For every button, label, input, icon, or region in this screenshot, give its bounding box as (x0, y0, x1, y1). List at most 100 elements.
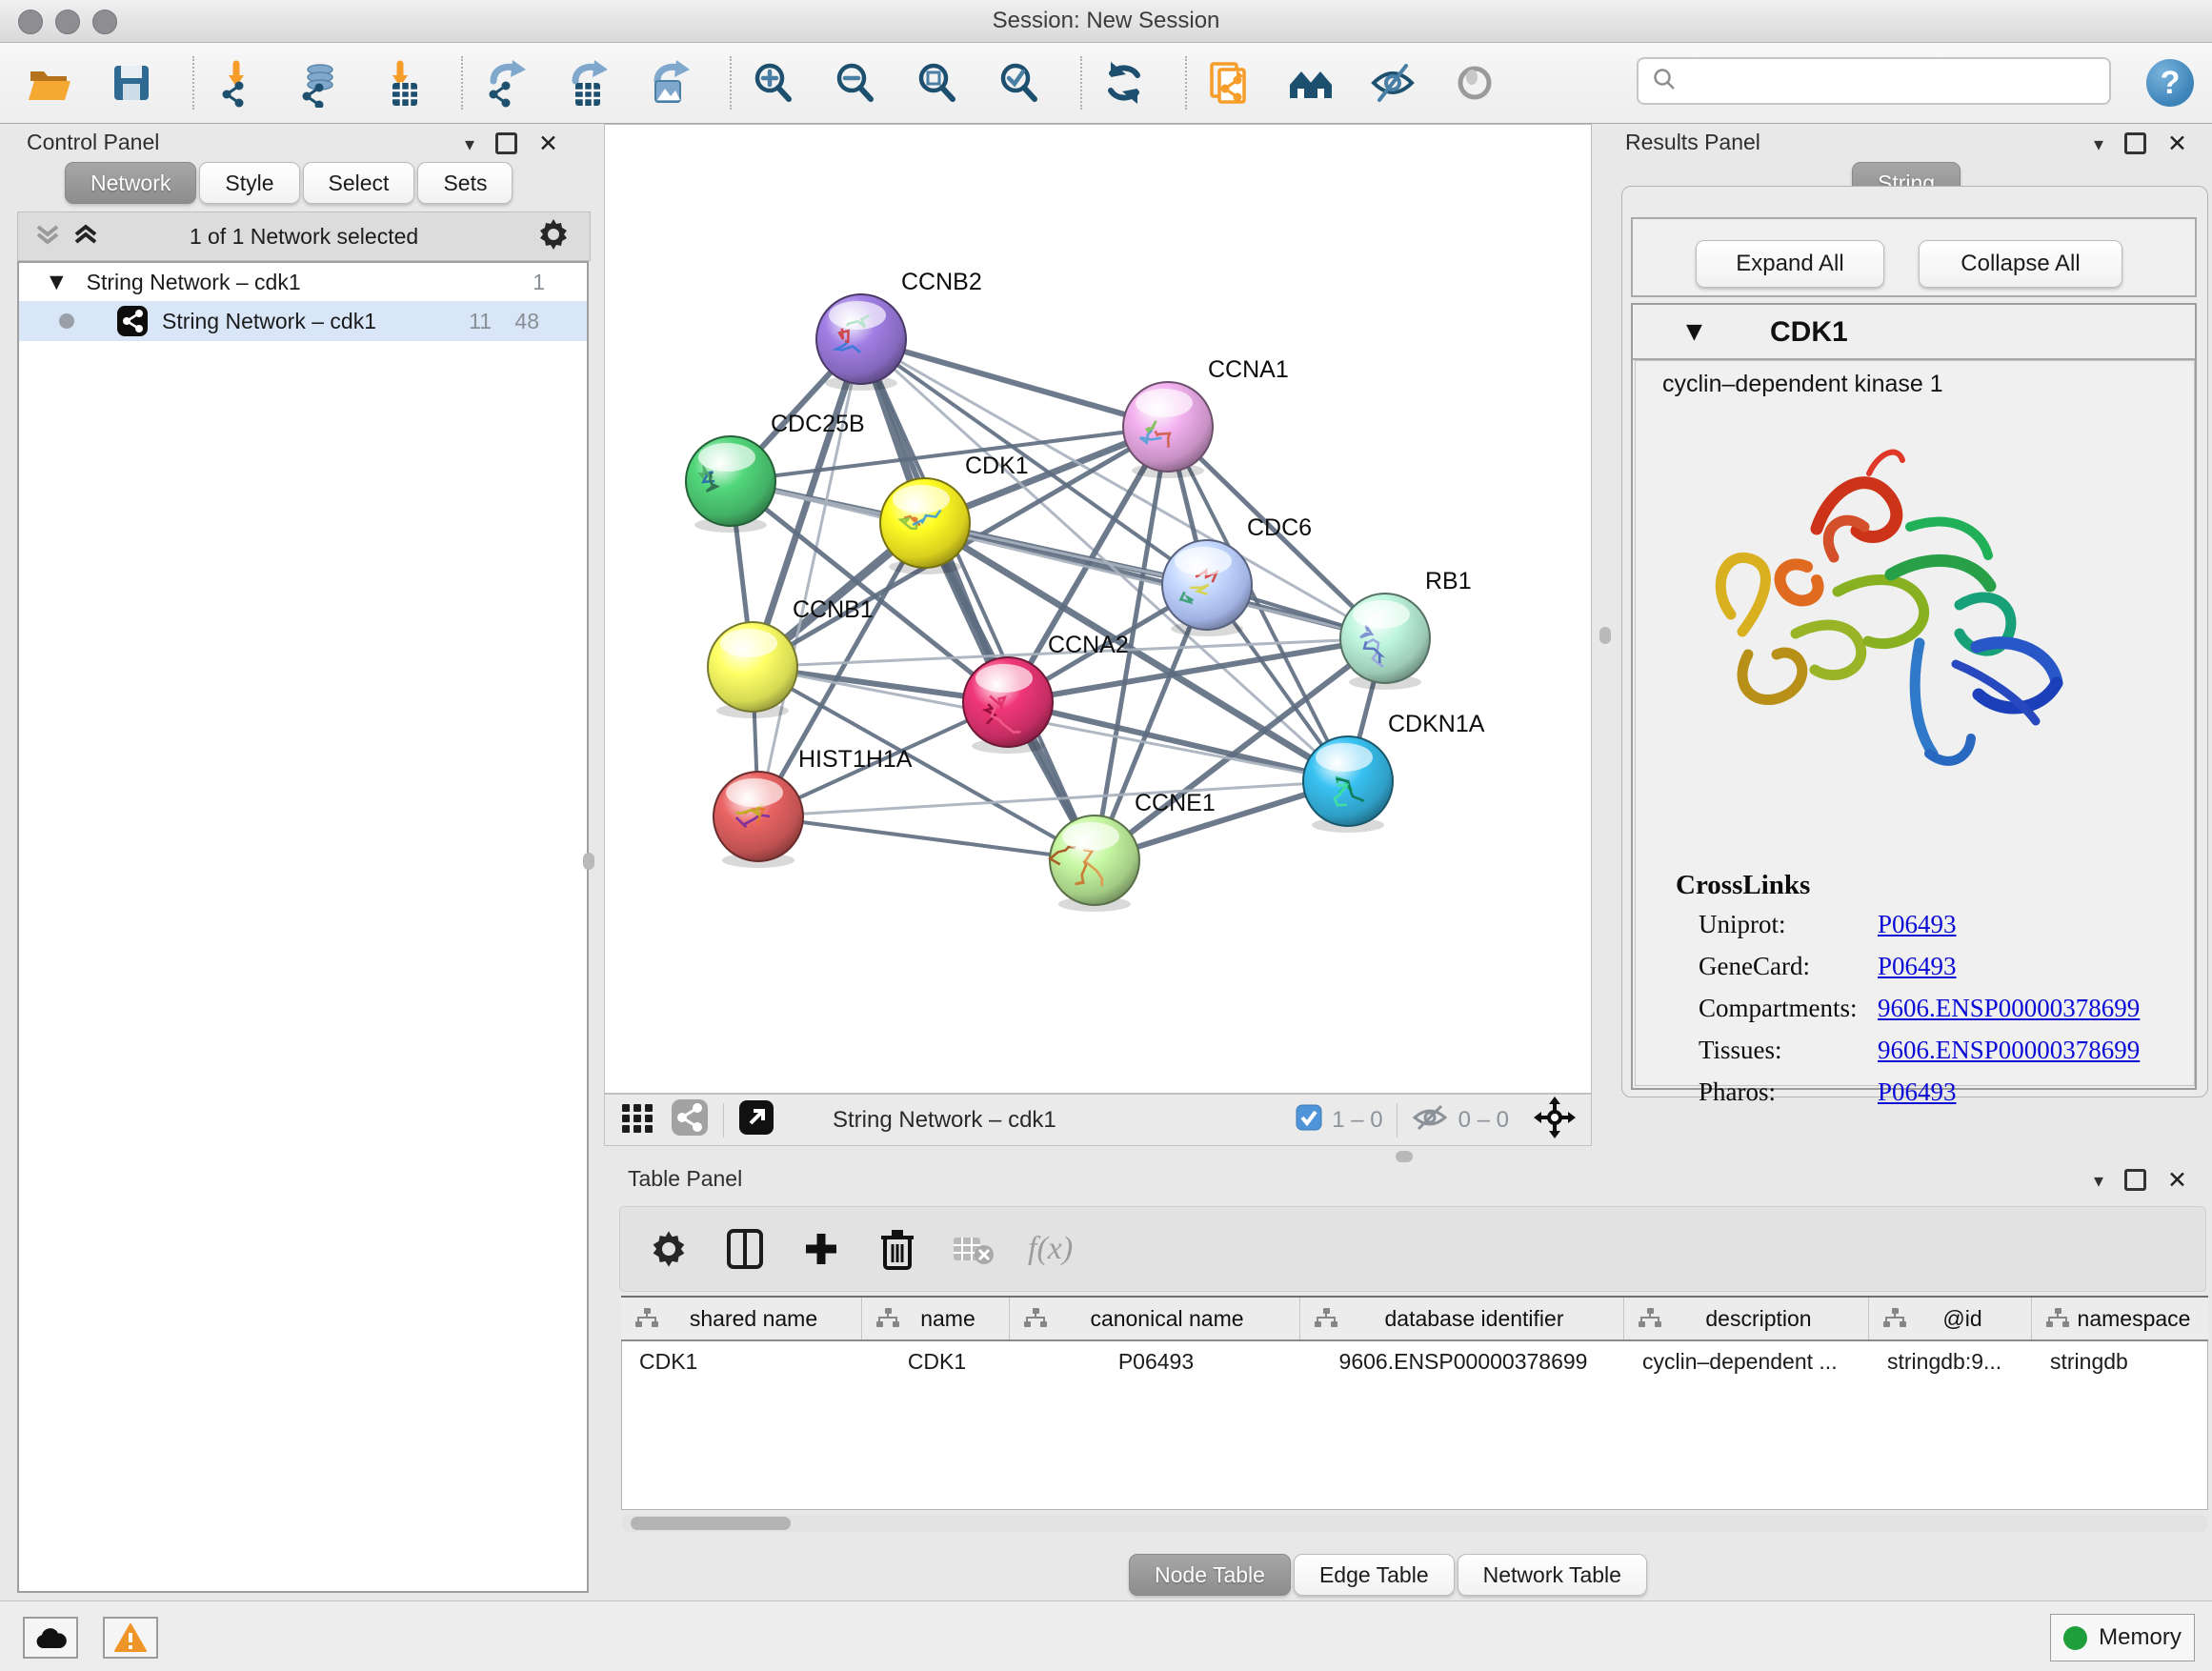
annotation-share-icon[interactable] (1204, 58, 1254, 108)
crosslink-link[interactable]: P06493 (1878, 910, 1957, 939)
edge-CCNA2-CDKN1A[interactable] (1008, 702, 1348, 781)
edge-CCNB2-CCNE1[interactable] (861, 339, 1095, 860)
open-folder-icon[interactable] (25, 58, 74, 108)
crosslink-label: GeneCard: (1699, 952, 1810, 980)
crosslink-row: Pharos:P06493 (1699, 1077, 2194, 1107)
network-view[interactable]: CCNB2CCNA1CDC25BCDK1CDC6RB1CCNB1CCNA2CDK… (604, 124, 1592, 1094)
table-header-row: shared namenamecanonical namedatabase id… (621, 1296, 2208, 1341)
selected-checkbox-icon[interactable] (1296, 1104, 1322, 1136)
panel-menu-icon[interactable]: ▾ (465, 132, 474, 155)
fit-move-crosshair-icon[interactable] (1534, 1097, 1576, 1143)
zoom-fit-icon[interactable] (913, 58, 962, 108)
tab-style[interactable]: Style (199, 162, 299, 204)
edge-CCNE1-HIST1H1A[interactable] (758, 816, 1095, 860)
network-options-gear-icon[interactable] (536, 217, 571, 256)
plus-icon[interactable] (799, 1227, 843, 1271)
collapse-all-button[interactable]: Collapse All (1919, 240, 2122, 288)
birdseye-grid-icon[interactable] (618, 1098, 656, 1141)
panel-close-icon[interactable]: ✕ (2167, 1166, 2187, 1194)
open-in-new-window-icon[interactable] (737, 1098, 775, 1141)
panel-close-icon[interactable]: ✕ (538, 130, 558, 157)
eye-hide-icon[interactable] (1368, 58, 1418, 108)
node-RB1[interactable]: RB1 (1340, 568, 1472, 690)
network-share-icon[interactable] (670, 1097, 710, 1142)
crosslink-link[interactable]: 9606.ENSP00000378699 (1878, 1036, 2140, 1065)
export-image-icon[interactable] (644, 58, 694, 108)
columns-icon[interactable] (723, 1227, 767, 1271)
gear-icon[interactable] (647, 1227, 691, 1271)
scrollbar-thumb[interactable] (631, 1517, 791, 1530)
table-horizontal-scrollbar[interactable] (621, 1515, 2208, 1532)
node-CDC6[interactable]: CDC6 (1162, 514, 1312, 636)
export-table-icon[interactable] (562, 58, 612, 108)
panel-float-icon[interactable] (495, 132, 517, 154)
tab-edge-table[interactable]: Edge Table (1294, 1554, 1455, 1596)
zoom-in-icon[interactable] (749, 58, 798, 108)
crosslink-link[interactable]: 9606.ENSP00000378699 (1878, 994, 2140, 1023)
panel-close-icon[interactable]: ✕ (2167, 130, 2187, 157)
control-panel-title: Control Panel (27, 130, 159, 155)
node-CCNA1[interactable]: CCNA1 (1123, 356, 1289, 478)
tree-row-parent[interactable]: ▼String Network – cdk11 (19, 263, 587, 301)
column-header-@id[interactable]: @id (1869, 1298, 2032, 1339)
memory-button[interactable]: Memory (2050, 1614, 2195, 1661)
gene-card-header[interactable]: ▼ CDK1 (1633, 305, 2195, 360)
node-CCNE1[interactable]: CCNE1 (1050, 790, 1216, 912)
import-network-icon[interactable] (211, 58, 261, 108)
toolbar-separator (192, 56, 194, 110)
warning-status-button[interactable] (103, 1617, 158, 1659)
trash-icon[interactable] (875, 1227, 919, 1271)
edge-CCNB2-CCNA1[interactable] (861, 339, 1168, 427)
orb-icon[interactable] (1450, 58, 1499, 108)
table-type-tabs: Node TableEdge TableNetwork Table (1129, 1554, 1650, 1596)
zoom-selected-icon[interactable] (995, 58, 1044, 108)
node-CDK1[interactable]: CDK1 (880, 453, 1029, 574)
import-database-icon[interactable] (293, 58, 343, 108)
column-header-namespace[interactable]: namespace (2032, 1298, 2208, 1339)
zoom-out-icon[interactable] (831, 58, 880, 108)
panel-float-icon[interactable] (2124, 1169, 2146, 1191)
import-table-icon[interactable] (375, 58, 425, 108)
tab-select[interactable]: Select (303, 162, 415, 204)
crosslink-row: Tissues:9606.ENSP00000378699 (1699, 1036, 2194, 1065)
right-splitter-handle[interactable] (1599, 627, 1611, 644)
tab-node-table[interactable]: Node Table (1129, 1554, 1291, 1596)
node-CDKN1A[interactable]: CDKN1A (1303, 711, 1485, 833)
column-header-name[interactable]: name (862, 1298, 1010, 1339)
left-splitter-handle[interactable] (583, 853, 594, 870)
memory-status-dot (2063, 1626, 2087, 1650)
cloud-status-button[interactable] (23, 1617, 78, 1659)
hidden-eye-icon[interactable] (1411, 1102, 1449, 1137)
tab-network-table[interactable]: Network Table (1458, 1554, 1647, 1596)
column-header-description[interactable]: description (1624, 1298, 1869, 1339)
panel-menu-icon[interactable]: ▾ (2094, 1169, 2103, 1192)
panel-menu-icon[interactable]: ▾ (2094, 132, 2103, 155)
table-row[interactable]: CDK1CDK1P064939606.ENSP00000378699cyclin… (622, 1341, 2207, 1381)
tab-network[interactable]: Network (65, 162, 196, 204)
node-label-CCNE1: CCNE1 (1135, 790, 1216, 816)
table-toolbar: f(x) (619, 1206, 2206, 1292)
disclosure-triangle-icon[interactable]: ▼ (50, 272, 64, 292)
column-header-shared-name[interactable]: shared name (621, 1298, 862, 1339)
export-network-icon[interactable] (480, 58, 530, 108)
search-box[interactable] (1637, 57, 2111, 105)
node-label-CDC6: CDC6 (1247, 514, 1312, 541)
warning-icon (114, 1623, 147, 1652)
column-header-canonical-name[interactable]: canonical name (1010, 1298, 1300, 1339)
crosslink-link[interactable]: P06493 (1878, 952, 1957, 981)
node-label-CCNA2: CCNA2 (1048, 632, 1129, 658)
node-HIST1H1A[interactable]: HIST1H1A (714, 746, 913, 868)
collapse-triangle-icon[interactable]: ▼ (1686, 320, 1702, 344)
home-icon[interactable] (1286, 58, 1336, 108)
search-input[interactable] (1686, 68, 2109, 94)
help-button[interactable]: ? (2146, 59, 2194, 107)
tab-sets[interactable]: Sets (417, 162, 513, 204)
save-icon[interactable] (107, 58, 156, 108)
expand-all-button[interactable]: Expand All (1696, 240, 1884, 288)
column-header-database-identifier[interactable]: database identifier (1300, 1298, 1624, 1339)
tree-row-child[interactable]: String Network – cdk11148 (19, 301, 587, 341)
bottom-splitter-handle[interactable] (1396, 1151, 1413, 1162)
panel-float-icon[interactable] (2124, 132, 2146, 154)
crosslink-link[interactable]: P06493 (1878, 1077, 1957, 1107)
refresh-icon[interactable] (1099, 58, 1149, 108)
